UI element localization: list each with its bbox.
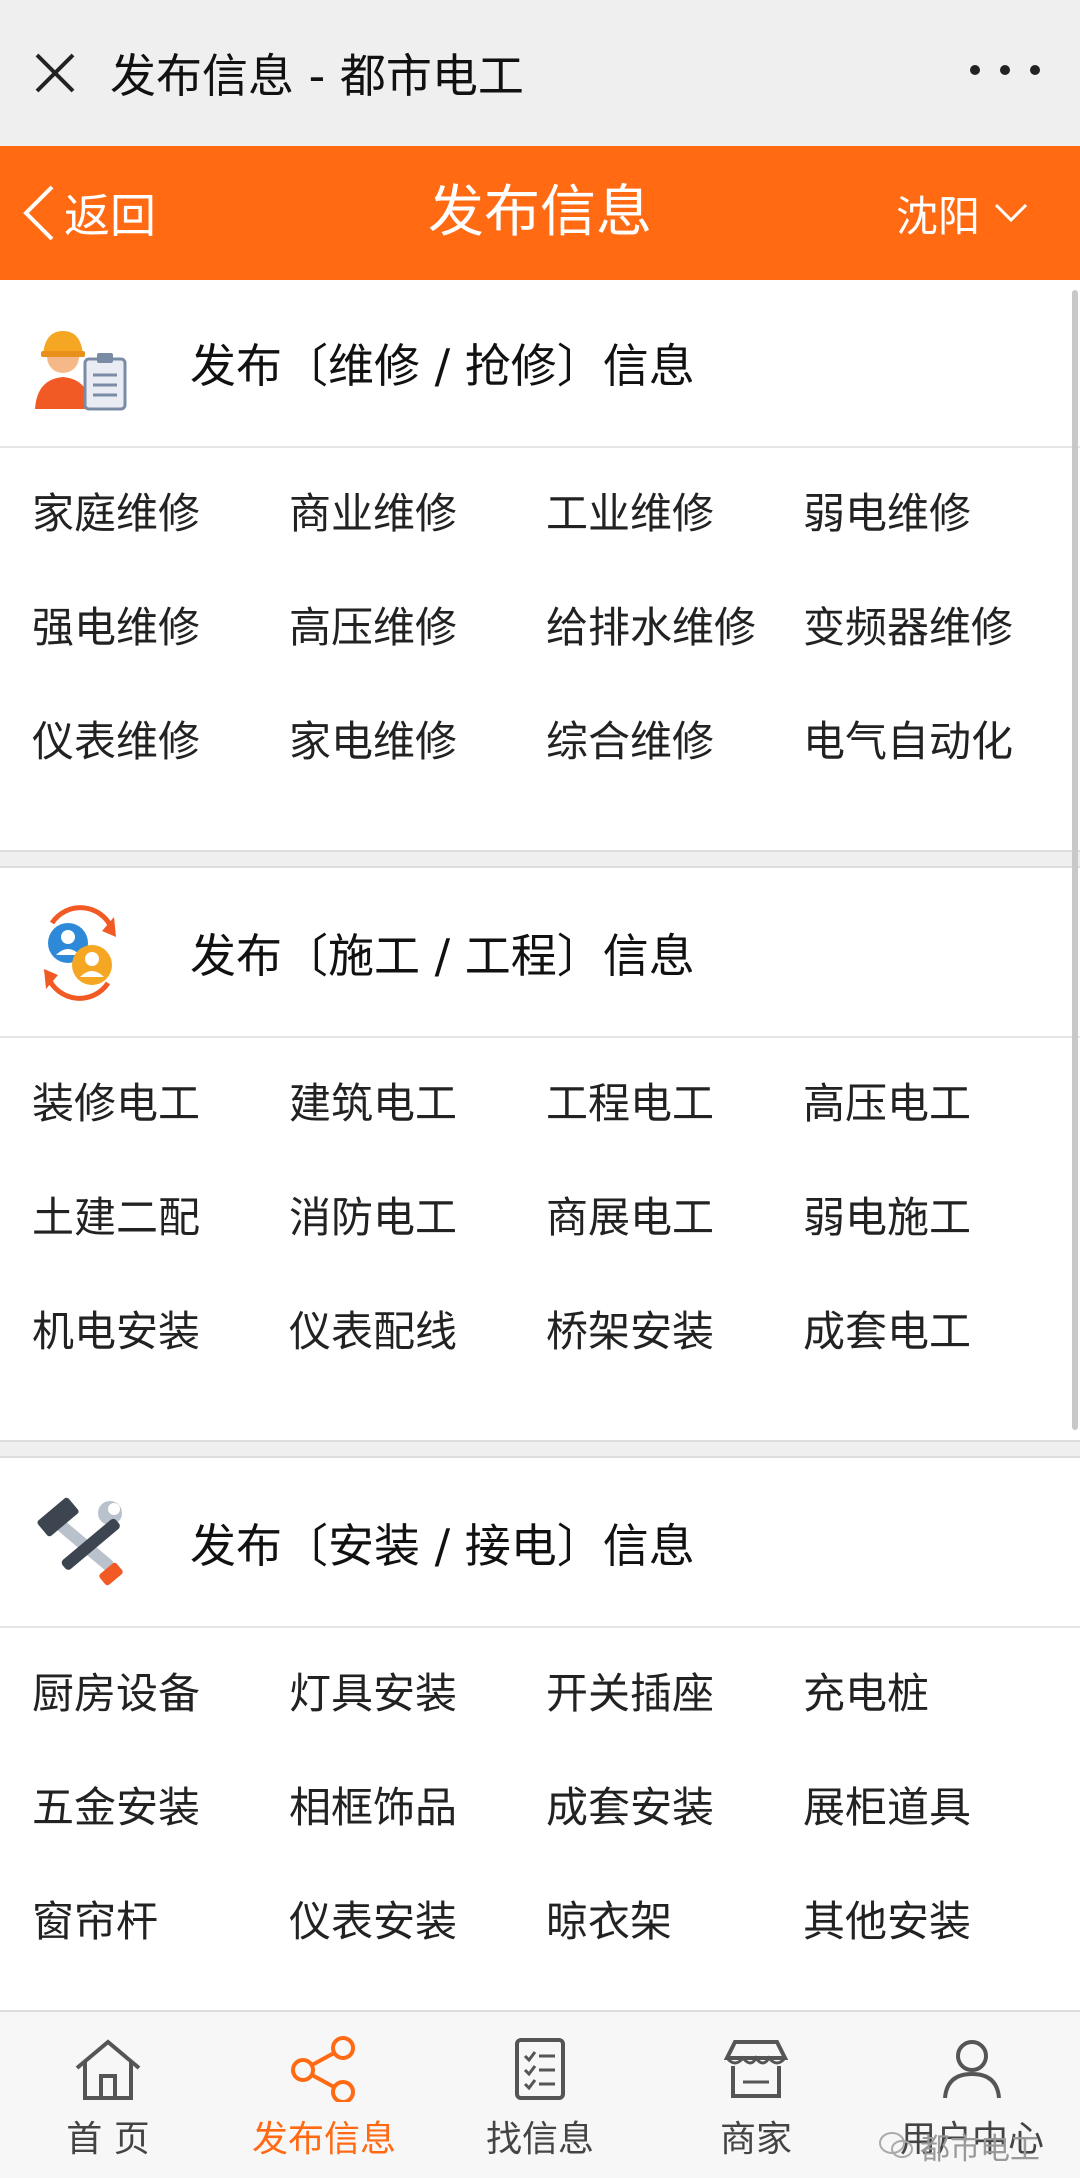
category-item[interactable]: 开关插座 — [546, 1664, 803, 1778]
section-title: 发布〔施工 / 工程〕信息 — [190, 929, 695, 983]
category-item[interactable]: 相框饰品 — [289, 1778, 546, 1892]
wechat-icon — [879, 2132, 913, 2158]
category-item[interactable]: 给排水维修 — [546, 598, 803, 712]
category-item[interactable]: 工业维修 — [546, 484, 803, 598]
category-item[interactable]: 充电桩 — [803, 1664, 1060, 1778]
wechat-title-bar: 发布信息 - 都市电工 — [0, 0, 1080, 146]
category-item[interactable]: 家电维修 — [289, 712, 546, 826]
category-item[interactable]: 装修电工 — [32, 1074, 289, 1188]
category-item[interactable]: 建筑电工 — [289, 1074, 546, 1188]
section-header[interactable]: 发布〔施工 / 工程〕信息 — [0, 870, 1080, 1038]
category-item[interactable]: 弱电维修 — [803, 484, 1060, 598]
category-item[interactable]: 弱电施工 — [803, 1188, 1060, 1302]
category-item[interactable]: 成套电工 — [803, 1302, 1060, 1416]
tab-label: 发布信息 — [251, 2119, 396, 2160]
tab-home[interactable]: 首 页 — [0, 2012, 216, 2178]
category-grid: 厨房设备 灯具安装 开关插座 充电桩 五金安装 相框饰品 成套安装 展柜道具 窗… — [0, 1628, 1080, 2006]
tab-publish[interactable]: 发布信息 — [216, 2012, 432, 2178]
home-icon — [75, 2039, 141, 2100]
watermark-text: 都市电工 — [920, 2132, 1040, 2167]
tab-label: 首 页 — [66, 2119, 150, 2160]
category-item[interactable]: 土建二配 — [32, 1188, 289, 1302]
category-item[interactable]: 变频器维修 — [803, 598, 1060, 712]
category-item[interactable]: 仪表安装 — [289, 1892, 546, 2006]
scrollbar[interactable] — [1072, 290, 1078, 1430]
close-icon — [35, 53, 75, 93]
city-selector[interactable]: 沈阳 — [896, 146, 1028, 280]
tab-merchants[interactable]: 商家 — [648, 2012, 864, 2178]
chevron-down-icon — [994, 203, 1028, 223]
category-item[interactable]: 强电维修 — [32, 598, 289, 712]
category-item[interactable]: 晾衣架 — [546, 1892, 803, 2006]
category-item[interactable]: 家庭维修 — [32, 484, 289, 598]
more-dot — [1030, 65, 1040, 75]
category-item[interactable]: 仪表维修 — [32, 712, 289, 826]
category-item[interactable]: 其他安装 — [803, 1892, 1060, 2006]
more-dot — [1000, 65, 1010, 75]
people-exchange-icon — [0, 869, 160, 1037]
document-list-icon — [515, 2038, 565, 2100]
more-menu-button[interactable] — [970, 50, 1040, 90]
window-title: 发布信息 - 都市电工 — [110, 49, 524, 103]
category-item[interactable]: 工程电工 — [546, 1074, 803, 1188]
section-construction: 发布〔施工 / 工程〕信息 装修电工 建筑电工 工程电工 高压电工 土建二配 消… — [0, 870, 1080, 1440]
category-item[interactable]: 窗帘杆 — [32, 1892, 289, 2006]
category-item[interactable]: 桥架安装 — [546, 1302, 803, 1416]
section-installation: 发布〔安装 / 接电〕信息 厨房设备 灯具安装 开关插座 充电桩 五金安装 相框… — [0, 1460, 1080, 2010]
section-header[interactable]: 发布〔维修 / 抢修〕信息 — [0, 280, 1080, 448]
category-item[interactable]: 高压维修 — [289, 598, 546, 712]
category-item[interactable]: 高压电工 — [803, 1074, 1060, 1188]
category-grid: 家庭维修 商业维修 工业维修 弱电维修 强电维修 高压维修 给排水维修 变频器维… — [0, 448, 1080, 826]
tab-find-info[interactable]: 找信息 — [432, 2012, 648, 2178]
category-item[interactable]: 机电安装 — [32, 1302, 289, 1416]
category-item[interactable]: 展柜道具 — [803, 1778, 1060, 1892]
tab-label: 商家 — [719, 2119, 792, 2160]
category-grid: 装修电工 建筑电工 工程电工 高压电工 土建二配 消防电工 商展电工 弱电施工 … — [0, 1038, 1080, 1416]
share-icon — [291, 2036, 355, 2102]
category-item[interactable]: 消防电工 — [289, 1188, 546, 1302]
category-item[interactable]: 商展电工 — [546, 1188, 803, 1302]
category-item[interactable]: 灯具安装 — [289, 1664, 546, 1778]
category-item[interactable]: 五金安装 — [32, 1778, 289, 1892]
category-item[interactable]: 电气自动化 — [803, 712, 1060, 826]
watermark: 都市电工 — [878, 2124, 1040, 2168]
category-item[interactable]: 厨房设备 — [32, 1664, 289, 1778]
section-title: 发布〔维修 / 抢修〕信息 — [190, 339, 695, 393]
store-icon — [723, 2040, 789, 2098]
category-item[interactable]: 仪表配线 — [289, 1302, 546, 1416]
section-title: 发布〔安装 / 接电〕信息 — [190, 1519, 695, 1573]
tab-label: 找信息 — [485, 2119, 594, 2160]
more-dot — [970, 65, 980, 75]
category-item[interactable]: 成套安装 — [546, 1778, 803, 1892]
category-item[interactable]: 综合维修 — [546, 712, 803, 826]
user-icon — [943, 2040, 1001, 2099]
section-repair: 发布〔维修 / 抢修〕信息 家庭维修 商业维修 工业维修 弱电维修 强电维修 高… — [0, 280, 1080, 850]
section-divider — [0, 850, 1080, 868]
category-item[interactable]: 商业维修 — [289, 484, 546, 598]
app-header: 返回 发布信息 沈阳 — [0, 146, 1080, 280]
section-divider — [0, 1440, 1080, 1458]
worker-icon — [0, 279, 160, 447]
city-label: 沈阳 — [895, 191, 980, 241]
section-header[interactable]: 发布〔安装 / 接电〕信息 — [0, 1460, 1080, 1628]
hammer-wrench-icon — [0, 1459, 160, 1627]
close-button[interactable] — [0, 0, 110, 146]
